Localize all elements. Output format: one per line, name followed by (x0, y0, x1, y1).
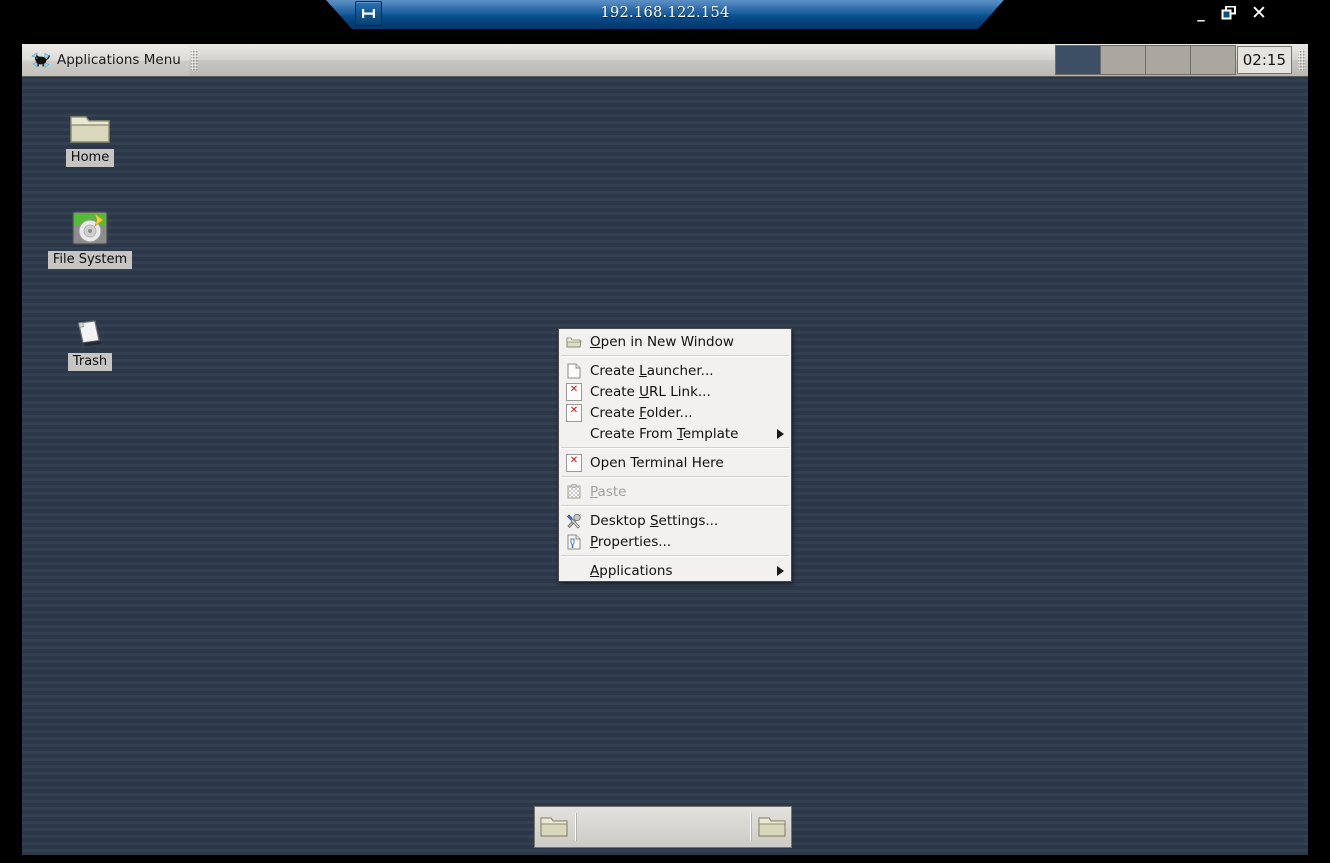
menu-item-create-url-link-label: Create URL Link... (590, 383, 711, 400)
close-button[interactable]: ✕ (1248, 0, 1270, 26)
menu-separator (561, 355, 789, 357)
desktop-icon-home[interactable]: Home (42, 98, 138, 167)
menu-item-create-from-template[interactable]: Create From Template (559, 423, 791, 444)
menu-item-paste-label: Paste (590, 483, 627, 500)
maximize-glyph (1221, 5, 1236, 20)
menu-separator (561, 505, 789, 507)
menu-item-create-launcher-label: Create Launcher... (590, 362, 714, 379)
applications-menu-button[interactable]: Applications Menu (22, 44, 189, 76)
document-icon (566, 363, 582, 379)
broken-image-icon (566, 453, 582, 472)
menu-item-open-terminal-here-label: Open Terminal Here (590, 454, 724, 471)
menu-item-applications[interactable]: Applications (559, 560, 791, 581)
window-titlebar[interactable]: 192.168.122.154 _ ✕ (300, 0, 1267, 34)
menu-item-desktop-settings-label: Desktop Settings... (590, 512, 719, 529)
broken-image-icon (566, 403, 582, 422)
paste-icon (566, 484, 582, 500)
pin-icon[interactable] (355, 1, 382, 26)
menu-item-properties-label: Properties... (590, 533, 672, 550)
menu-separator (561, 555, 789, 557)
workspace-4[interactable] (1190, 46, 1235, 74)
menu-item-open-terminal-here[interactable]: Open Terminal Here (559, 452, 791, 473)
menu-item-desktop-settings[interactable]: Desktop Settings... (559, 510, 791, 531)
desktop-context-menu[interactable]: Open in New Window Create Launcher... Cr… (558, 328, 792, 582)
menu-item-create-folder-label: Create Folder... (590, 404, 693, 421)
menu-item-paste: Paste (559, 481, 791, 502)
xfce-desktop[interactable]: Applications Menu 02:15 Home File System… (22, 44, 1308, 855)
menu-item-create-launcher[interactable]: Create Launcher... (559, 360, 791, 381)
menu-item-open-in-new-window-label: Open in New Window (590, 333, 734, 350)
tools-icon (566, 513, 582, 529)
xfce-mouse-icon (31, 52, 51, 69)
workspace-3[interactable] (1145, 46, 1191, 74)
menu-item-open-in-new-window[interactable]: Open in New Window (559, 331, 791, 352)
chevron-right-icon (777, 565, 784, 576)
trash-empty-icon (42, 302, 138, 350)
broken-image-icon (566, 382, 582, 401)
panel-handle-right[interactable] (1298, 49, 1305, 71)
properties-icon (566, 534, 582, 550)
harddisk-icon (42, 200, 138, 248)
dock-separator-right (750, 813, 751, 841)
workspace-1[interactable] (1055, 46, 1101, 74)
clock[interactable]: 02:15 (1236, 46, 1292, 74)
dock-item-file-manager-2[interactable] (757, 812, 787, 843)
menu-item-applications-label: Applications (590, 562, 673, 579)
menu-item-create-url-link[interactable]: Create URL Link... (559, 381, 791, 402)
folder-icon (758, 816, 786, 837)
menu-item-create-folder[interactable]: Create Folder... (559, 402, 791, 423)
desktop-icon-filesystem[interactable]: File System (42, 200, 138, 269)
menu-item-properties[interactable]: Properties... (559, 531, 791, 552)
pin-glyph (362, 9, 375, 18)
maximize-button[interactable] (1218, 0, 1240, 26)
minimize-button[interactable]: _ (1191, 0, 1211, 26)
workspace-2[interactable] (1100, 46, 1146, 74)
panel-handle-left[interactable] (190, 49, 198, 71)
desktop-icon-trash[interactable]: Trash (42, 302, 138, 371)
titlebar-surface[interactable] (326, 0, 1004, 29)
remote-desktop-viewer: 192.168.122.154 _ ✕ Applications Menu 02… (0, 0, 1330, 863)
desktop-icon-trash-label: Trash (67, 353, 113, 371)
menu-separator (561, 447, 789, 449)
desktop-icon-filesystem-label: File System (47, 251, 133, 269)
folder-icon (42, 98, 138, 146)
applications-menu-label: Applications Menu (57, 52, 181, 68)
desktop-icon-home-label: Home (65, 149, 115, 167)
workspace-switcher[interactable] (1054, 45, 1236, 75)
menu-separator (561, 476, 789, 478)
folder-icon (540, 816, 568, 837)
dock-separator-left (575, 813, 576, 841)
bottom-panel (534, 806, 792, 848)
menu-item-create-from-template-label: Create From Template (590, 425, 739, 442)
chevron-right-icon (777, 428, 784, 439)
top-panel: Applications Menu 02:15 (22, 44, 1308, 77)
dock-item-file-manager[interactable] (539, 812, 569, 843)
open-folder-icon (566, 334, 582, 350)
